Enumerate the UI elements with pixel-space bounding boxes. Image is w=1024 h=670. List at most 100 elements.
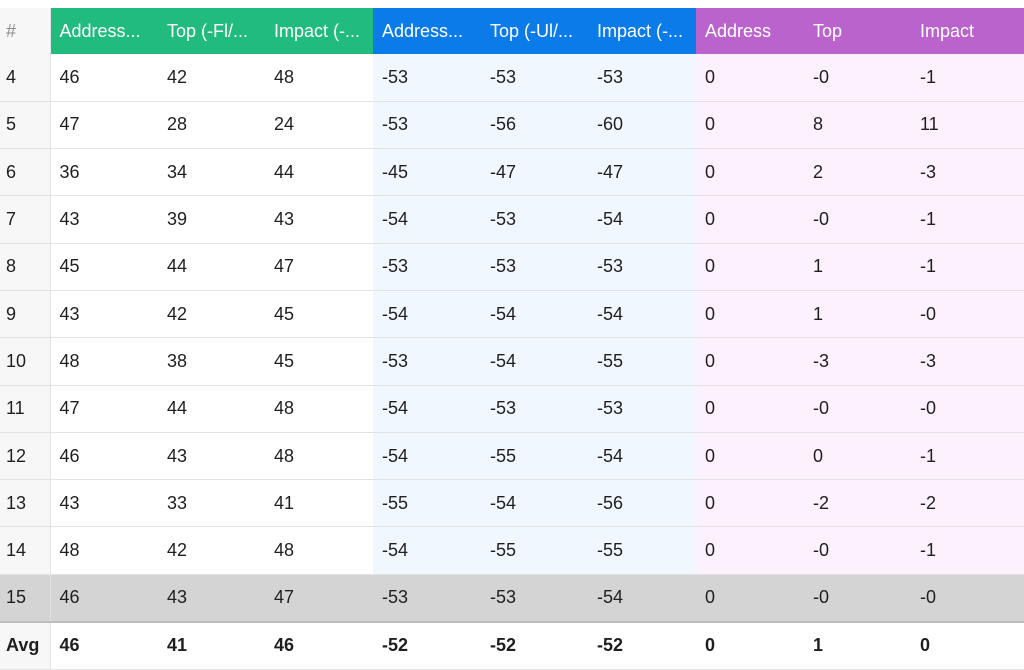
- table-cell[interactable]: -45: [373, 148, 481, 197]
- table-cell[interactable]: 42: [158, 526, 265, 575]
- table-cell[interactable]: 36: [50, 148, 158, 197]
- table-cell[interactable]: 28: [158, 101, 265, 150]
- table-row[interactable]: 12 46 43 48 -54 -55 -54 0 0 -1: [0, 432, 1024, 481]
- column-header[interactable]: Address: [696, 8, 804, 54]
- row-number[interactable]: 4: [0, 54, 51, 102]
- table-row[interactable]: 6 36 34 44 -45 -47 -47 0 2 -3: [0, 148, 1024, 197]
- table-cell[interactable]: 0: [696, 526, 804, 575]
- table-cell[interactable]: -3: [804, 337, 911, 386]
- table-cell[interactable]: 1: [804, 290, 911, 339]
- table-cell[interactable]: 41: [265, 479, 373, 528]
- table-cell[interactable]: 48: [265, 385, 373, 433]
- table-cell[interactable]: 39: [158, 195, 265, 244]
- table-cell[interactable]: 45: [50, 243, 158, 291]
- table-cell[interactable]: -54: [588, 195, 696, 244]
- table-cell[interactable]: -54: [588, 290, 696, 339]
- table-cell[interactable]: 0: [696, 290, 804, 339]
- table-cell[interactable]: 33: [158, 479, 265, 528]
- row-number[interactable]: 9: [0, 290, 51, 339]
- table-cell[interactable]: 43: [265, 195, 373, 244]
- table-cell[interactable]: 43: [158, 432, 265, 481]
- table-cell[interactable]: 0: [696, 148, 804, 197]
- row-number[interactable]: 12: [0, 432, 51, 481]
- row-number[interactable]: 14: [0, 526, 51, 575]
- table-cell[interactable]: 47: [50, 385, 158, 433]
- table-cell[interactable]: -54: [373, 432, 481, 481]
- table-cell[interactable]: -55: [373, 479, 481, 528]
- table-cell[interactable]: -53: [373, 54, 481, 102]
- table-cell[interactable]: -53: [588, 385, 696, 433]
- table-cell[interactable]: 48: [50, 337, 158, 386]
- row-number[interactable]: 8: [0, 243, 51, 291]
- table-cell[interactable]: -0: [911, 290, 1024, 339]
- table-cell[interactable]: -53: [588, 54, 696, 102]
- table-row-selected[interactable]: 15 46 43 47 -53 -53 -54 0 -0 -0: [0, 574, 1024, 622]
- row-number[interactable]: 13: [0, 479, 51, 528]
- table-row[interactable]: 8 45 44 47 -53 -53 -53 0 1 -1: [0, 243, 1024, 291]
- table-cell[interactable]: 47: [50, 101, 158, 150]
- table-cell[interactable]: 2: [804, 148, 911, 197]
- table-cell[interactable]: 0: [696, 479, 804, 528]
- table-cell[interactable]: 43: [158, 574, 265, 622]
- row-number[interactable]: 10: [0, 337, 51, 386]
- table-cell[interactable]: 48: [50, 526, 158, 575]
- table-cell[interactable]: -0: [804, 574, 911, 622]
- table-cell[interactable]: 38: [158, 337, 265, 386]
- table-cell[interactable]: 0: [696, 243, 804, 291]
- column-header[interactable]: Impact: [911, 8, 1024, 54]
- table-cell[interactable]: -1: [911, 526, 1024, 575]
- table-cell[interactable]: -54: [373, 195, 481, 244]
- row-number[interactable]: 7: [0, 195, 51, 244]
- table-cell[interactable]: -0: [911, 385, 1024, 433]
- table-cell[interactable]: -53: [481, 195, 588, 244]
- table-cell[interactable]: 45: [265, 337, 373, 386]
- table-cell[interactable]: 46: [50, 54, 158, 102]
- table-cell[interactable]: -0: [911, 574, 1024, 622]
- column-header[interactable]: Address...: [50, 8, 158, 54]
- table-cell[interactable]: 48: [265, 432, 373, 481]
- row-number[interactable]: 6: [0, 148, 51, 197]
- index-column-header[interactable]: #: [0, 8, 51, 54]
- table-cell[interactable]: 43: [50, 479, 158, 528]
- column-header[interactable]: Top (-Ul/...: [481, 8, 588, 54]
- table-cell[interactable]: -55: [481, 432, 588, 481]
- table-cell[interactable]: -53: [373, 337, 481, 386]
- table-cell[interactable]: 0: [696, 337, 804, 386]
- table-cell[interactable]: -54: [481, 290, 588, 339]
- table-cell[interactable]: 0: [696, 385, 804, 433]
- table-cell[interactable]: 46: [50, 432, 158, 481]
- table-cell[interactable]: 43: [50, 195, 158, 244]
- table-cell[interactable]: -54: [373, 385, 481, 433]
- table-cell[interactable]: 43: [50, 290, 158, 339]
- table-cell[interactable]: 8: [804, 101, 911, 150]
- table-cell[interactable]: 47: [265, 243, 373, 291]
- table-cell[interactable]: 44: [265, 148, 373, 197]
- table-cell[interactable]: -2: [804, 479, 911, 528]
- column-header[interactable]: Top (-Fl/...: [158, 8, 265, 54]
- table-cell[interactable]: -53: [481, 54, 588, 102]
- table-cell[interactable]: 42: [158, 54, 265, 102]
- table-row[interactable]: 9 43 42 45 -54 -54 -54 0 1 -0: [0, 290, 1024, 339]
- table-cell[interactable]: -1: [911, 432, 1024, 481]
- table-cell[interactable]: -54: [373, 290, 481, 339]
- table-cell[interactable]: 48: [265, 54, 373, 102]
- table-cell[interactable]: -2: [911, 479, 1024, 528]
- table-cell[interactable]: -0: [804, 54, 911, 102]
- table-cell[interactable]: -55: [481, 526, 588, 575]
- table-cell[interactable]: 47: [265, 574, 373, 622]
- table-cell[interactable]: -0: [804, 195, 911, 244]
- table-cell[interactable]: -3: [911, 148, 1024, 197]
- table-cell[interactable]: -1: [911, 54, 1024, 102]
- table-cell[interactable]: -47: [588, 148, 696, 197]
- table-cell[interactable]: -54: [588, 574, 696, 622]
- table-cell[interactable]: 0: [804, 432, 911, 481]
- row-number[interactable]: 11: [0, 385, 51, 433]
- column-header[interactable]: Impact (-...: [588, 8, 696, 54]
- table-cell[interactable]: -53: [373, 101, 481, 150]
- table-cell[interactable]: 1: [804, 243, 911, 291]
- table-cell[interactable]: -56: [481, 101, 588, 150]
- row-number[interactable]: 5: [0, 101, 51, 150]
- table-cell[interactable]: -3: [911, 337, 1024, 386]
- table-cell[interactable]: 34: [158, 148, 265, 197]
- table-cell[interactable]: 11: [911, 101, 1024, 150]
